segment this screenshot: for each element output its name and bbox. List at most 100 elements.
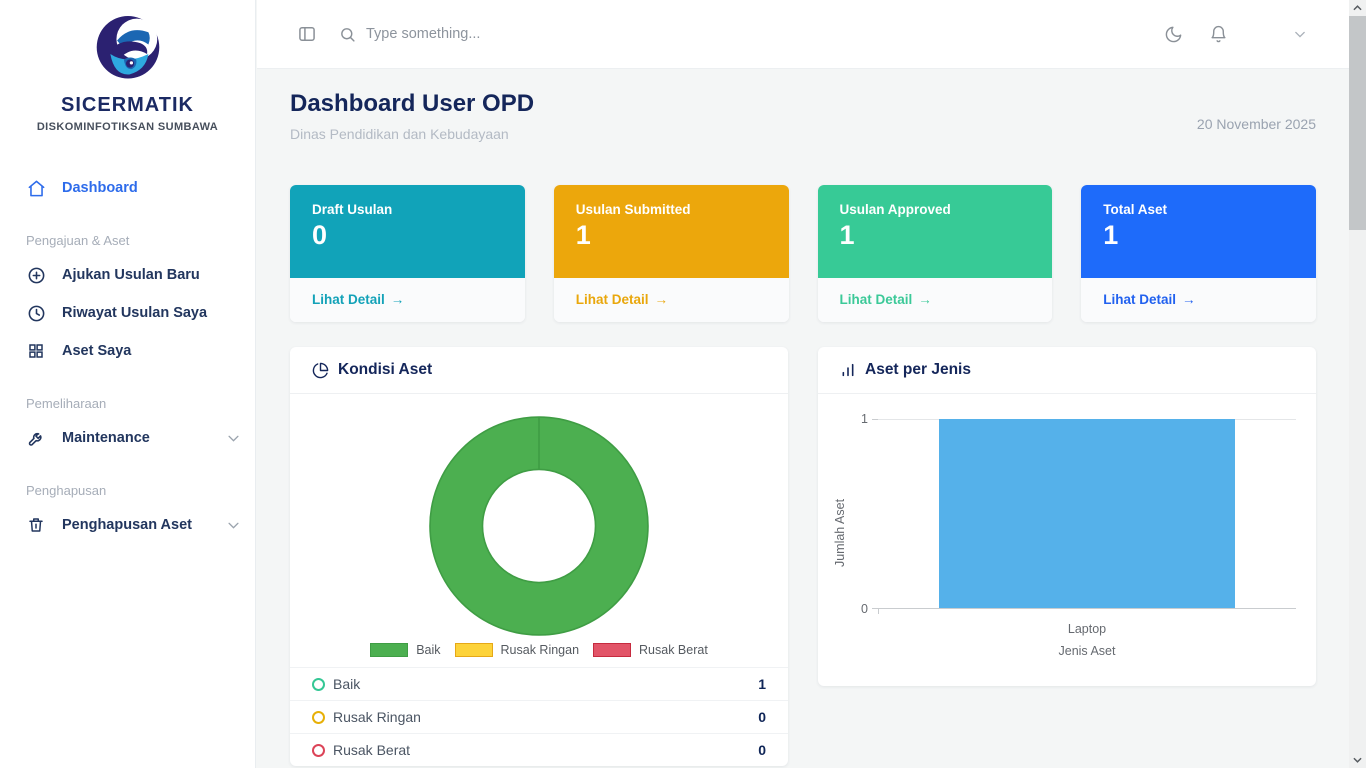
sidebar-item-riwayat-usulan-saya[interactable]: Riwayat Usulan Saya bbox=[0, 294, 255, 332]
sidebar: SICERMATIK DISKOMINFOTIKSAN SUMBAWA Dash… bbox=[0, 0, 256, 768]
sidebar-toggle-icon[interactable] bbox=[297, 24, 317, 44]
bell-icon[interactable] bbox=[1209, 25, 1228, 44]
link-label: Lihat Detail bbox=[312, 292, 385, 307]
page-header: Dashboard User OPD Dinas Pendidikan dan … bbox=[290, 90, 1316, 142]
bar-chart-icon bbox=[840, 362, 856, 378]
legend-swatch bbox=[455, 643, 493, 657]
plot-area bbox=[878, 419, 1296, 609]
stat-label: Usulan Approved bbox=[840, 202, 1031, 217]
home-icon bbox=[26, 178, 46, 198]
sidebar-item-dashboard[interactable]: Dashboard bbox=[0, 169, 255, 207]
bar-laptop bbox=[939, 419, 1236, 608]
ring-icon bbox=[312, 744, 325, 757]
user-menu[interactable]: UD bbox=[1254, 16, 1305, 52]
topbar-search bbox=[339, 26, 626, 43]
y-tick-label: 1 bbox=[828, 412, 868, 426]
legend-item-rusak-berat: Rusak Berat bbox=[593, 643, 708, 657]
donut-chart bbox=[290, 394, 788, 637]
sidebar-item-label: Aset Saya bbox=[62, 343, 131, 359]
kondisi-list: Baik 1 Rusak Ringan 0 Rusak Berat 0 bbox=[290, 667, 788, 766]
chevron-down-icon bbox=[228, 522, 239, 529]
scrollbar-thumb[interactable] bbox=[1349, 16, 1366, 230]
link-label: Lihat Detail bbox=[1103, 292, 1176, 307]
ring-icon bbox=[312, 678, 325, 691]
x-axis-title: Jenis Aset bbox=[878, 644, 1296, 658]
sidebar-item-label: Penghapusan Aset bbox=[62, 517, 192, 533]
stat-card-usulan-submitted: Usulan Submitted 1 Lihat Detail → bbox=[554, 185, 789, 322]
stat-card-draft-usulan: Draft Usulan 0 Lihat Detail→ bbox=[290, 185, 525, 322]
main-content: Dashboard User OPD Dinas Pendidikan dan … bbox=[257, 69, 1349, 768]
card-title: Kondisi Aset bbox=[338, 361, 432, 379]
chevron-down-icon bbox=[1295, 31, 1305, 38]
kondisi-value: 0 bbox=[758, 709, 766, 725]
pie-chart-icon bbox=[312, 362, 329, 379]
sidebar-section-penghapusan: Penghapusan bbox=[0, 483, 255, 498]
search-input[interactable] bbox=[366, 26, 626, 42]
donut-legend: Baik Rusak Ringan Rusak Berat bbox=[290, 643, 788, 667]
sidebar-item-label: Dashboard bbox=[62, 180, 138, 196]
kondisi-label: Rusak Berat bbox=[333, 742, 410, 758]
sidebar-item-label: Riwayat Usulan Saya bbox=[62, 305, 207, 321]
sidebar-item-aset-saya[interactable]: Aset Saya bbox=[0, 332, 255, 370]
sidebar-item-label: Maintenance bbox=[62, 430, 150, 446]
list-item: Rusak Berat 0 bbox=[290, 733, 788, 766]
avatar[interactable]: UD bbox=[1254, 16, 1290, 52]
sidebar-item-label: Ajukan Usulan Baru bbox=[62, 267, 200, 283]
sidebar-section-pengajuan: Pengajuan & Aset bbox=[0, 233, 255, 248]
stat-card-usulan-approved: Usulan Approved 1 Lihat Detail→ bbox=[818, 185, 1053, 322]
page-title: Dashboard User OPD bbox=[290, 90, 1316, 118]
chevron-down-icon bbox=[228, 435, 239, 442]
card-title: Aset per Jenis bbox=[865, 361, 971, 379]
kondisi-aset-card: Kondisi Aset Baik Rusak Ringan bbox=[290, 347, 788, 766]
clock-icon bbox=[26, 303, 46, 323]
lihat-detail-link[interactable]: Lihat Detail → bbox=[1103, 292, 1195, 307]
ring-icon bbox=[312, 711, 325, 724]
sidebar-item-penghapusan-aset[interactable]: Penghapusan Aset bbox=[0, 506, 255, 544]
kondisi-label: Rusak Ringan bbox=[333, 709, 421, 725]
arrow-right-icon: → bbox=[655, 292, 669, 307]
sidebar-item-ajukan-usulan-baru[interactable]: Ajukan Usulan Baru bbox=[0, 256, 255, 294]
stat-value: 1 bbox=[1103, 221, 1294, 251]
y-tick-label: 0 bbox=[828, 602, 868, 616]
arrow-right-icon: → bbox=[391, 292, 405, 307]
stat-value: 0 bbox=[312, 221, 503, 251]
scrollbar[interactable] bbox=[1349, 0, 1366, 768]
search-icon bbox=[339, 26, 356, 43]
legend-label: Rusak Ringan bbox=[501, 643, 580, 657]
brand: SICERMATIK DISKOMINFOTIKSAN SUMBAWA bbox=[0, 0, 255, 133]
y-axis-title: Jumlah Aset bbox=[833, 483, 847, 583]
x-tick-mark bbox=[878, 608, 879, 614]
kondisi-value: 1 bbox=[758, 676, 766, 692]
topbar: UD bbox=[257, 0, 1349, 69]
y-tick-mark bbox=[872, 419, 878, 420]
lihat-detail-link[interactable]: Lihat Detail → bbox=[576, 292, 668, 307]
legend-label: Rusak Berat bbox=[639, 643, 708, 657]
aset-per-jenis-card: Aset per Jenis Jumlah Aset 1 0 Laptop Je… bbox=[818, 347, 1316, 686]
kondisi-label: Baik bbox=[333, 676, 360, 692]
scrollbar-down-arrow[interactable] bbox=[1349, 752, 1366, 768]
lihat-detail-link[interactable]: Lihat Detail→ bbox=[840, 292, 932, 307]
legend-swatch bbox=[593, 643, 631, 657]
legend-item-baik: Baik bbox=[370, 643, 440, 657]
list-item: Rusak Ringan 0 bbox=[290, 700, 788, 733]
link-label: Lihat Detail bbox=[576, 292, 649, 307]
sidebar-section-pemeliharaan: Pemeliharaan bbox=[0, 396, 255, 411]
scrollbar-up-arrow[interactable] bbox=[1349, 0, 1366, 16]
app-name: SICERMATIK bbox=[0, 94, 255, 117]
legend-swatch bbox=[370, 643, 408, 657]
page-date: 20 November 2025 bbox=[1197, 116, 1316, 132]
stat-label: Usulan Submitted bbox=[576, 202, 767, 217]
page-subtitle: Dinas Pendidikan dan Kebudayaan bbox=[290, 126, 1316, 142]
kondisi-value: 0 bbox=[758, 742, 766, 758]
plus-circle-icon bbox=[26, 265, 46, 285]
stat-cards-row: Draft Usulan 0 Lihat Detail→ Usulan Subm… bbox=[290, 185, 1316, 322]
lihat-detail-link[interactable]: Lihat Detail → bbox=[312, 292, 404, 307]
list-item: Baik 1 bbox=[290, 667, 788, 700]
stat-value: 1 bbox=[576, 221, 767, 251]
moon-icon[interactable] bbox=[1164, 25, 1183, 44]
x-tick-label: Laptop bbox=[878, 622, 1296, 636]
stat-card-total-aset: Total Aset 1 Lihat Detail→ bbox=[1081, 185, 1316, 322]
sidebar-item-maintenance[interactable]: Maintenance bbox=[0, 419, 255, 457]
app-org: DISKOMINFOTIKSAN SUMBAWA bbox=[0, 121, 255, 133]
arrow-right-icon: → bbox=[1182, 292, 1196, 307]
